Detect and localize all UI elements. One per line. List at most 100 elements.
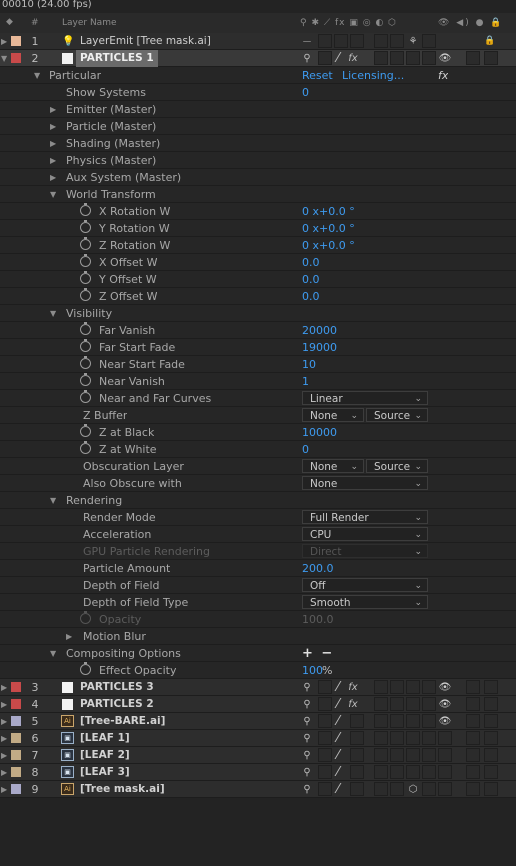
layer-name[interactable]: [Tree-BARE.ai] [80, 713, 165, 730]
switch-box[interactable] [390, 680, 404, 694]
switch-box[interactable] [374, 782, 388, 796]
switch-box[interactable] [406, 765, 420, 779]
switch-box[interactable] [350, 714, 364, 728]
shy-icon[interactable]: ⚲ [300, 50, 314, 67]
stopwatch-icon[interactable] [80, 220, 91, 233]
reset-link[interactable]: Reset [302, 67, 333, 84]
quality-icon[interactable]: ⁄ [331, 747, 345, 764]
fx-icon[interactable]: fx [438, 67, 448, 84]
label-color-chip[interactable] [11, 699, 21, 709]
quality-icon[interactable]: ⁄ [331, 50, 345, 67]
parent-icon[interactable]: ⚘ [406, 33, 420, 50]
switch-box[interactable] [438, 731, 452, 745]
property-row[interactable]: ▼ Compositing Options + − [0, 645, 516, 662]
switch-box[interactable] [318, 697, 332, 711]
eye-icon[interactable]: 👁 [438, 679, 452, 696]
property-value[interactable]: 100.0 [302, 611, 334, 628]
property-row[interactable]: X Offset W 0.0 [0, 254, 516, 271]
property-dropdown[interactable]: None ⌄ [302, 459, 364, 473]
layer-row[interactable]: ▶ 7 ▣ [LEAF 2] ⚲ ⁄ [0, 747, 516, 764]
layer-name[interactable]: PARTICLES 2 [80, 696, 154, 713]
quality-icon[interactable]: ⁄ [331, 713, 345, 730]
switch-box[interactable] [484, 697, 498, 711]
label-color-chip[interactable] [11, 750, 21, 760]
switch-box[interactable] [350, 765, 364, 779]
lock-icon[interactable]: 🔒 [484, 33, 495, 50]
stopwatch-icon[interactable] [80, 611, 91, 624]
switch-box[interactable] [422, 680, 436, 694]
stopwatch-icon[interactable] [80, 424, 91, 437]
quality-icon[interactable]: ⁄ [331, 730, 345, 747]
collapse-arrow-icon[interactable]: ▼ [50, 492, 56, 509]
property-row[interactable]: Render Mode Full Render ⌄ [0, 509, 516, 526]
property-row[interactable]: Near and Far Curves Linear ⌄ [0, 390, 516, 407]
stopwatch-icon[interactable] [80, 662, 91, 675]
property-value[interactable]: 0 [302, 441, 309, 458]
switch-box[interactable] [350, 748, 364, 762]
property-value[interactable]: 0.0 [302, 288, 320, 305]
quality-icon[interactable]: ⁄ [331, 696, 345, 713]
switch-box[interactable] [318, 731, 332, 745]
switch-box[interactable] [318, 51, 332, 65]
switch-box[interactable] [318, 34, 332, 48]
stopwatch-icon[interactable] [80, 237, 91, 250]
stopwatch-icon[interactable] [80, 339, 91, 352]
property-dropdown[interactable]: Direct ⌄ [302, 544, 428, 558]
property-value[interactable]: 0 [302, 84, 309, 101]
switch-box[interactable] [406, 714, 420, 728]
property-row[interactable]: ▶ Shading (Master) [0, 135, 516, 152]
layer-row[interactable]: ▶ 6 ▣ [LEAF 1] ⚲ ⁄ [0, 730, 516, 747]
layer-name[interactable]: PARTICLES 3 [80, 679, 154, 696]
switch-box[interactable] [390, 765, 404, 779]
switch-box[interactable] [484, 714, 498, 728]
switch-box[interactable] [390, 34, 404, 48]
stopwatch-icon[interactable] [80, 373, 91, 386]
switch-box[interactable] [466, 748, 480, 762]
property-row[interactable]: X Rotation W 0 x+0.0 ° [0, 203, 516, 220]
switch-box[interactable] [390, 731, 404, 745]
switch-box[interactable] [422, 782, 436, 796]
stopwatch-icon[interactable] [80, 203, 91, 216]
property-row[interactable]: ▼ World Transform [0, 186, 516, 203]
source-dropdown[interactable]: Source ⌄ [366, 408, 428, 422]
layer-name[interactable]: [LEAF 3] [80, 764, 130, 781]
switch-box[interactable] [374, 731, 388, 745]
expand-arrow-icon[interactable]: ▶ [50, 101, 56, 118]
fx-icon[interactable]: fx [346, 679, 360, 696]
switch-box[interactable] [422, 34, 436, 48]
switch-box[interactable] [390, 748, 404, 762]
property-dropdown[interactable]: Off ⌄ [302, 578, 428, 592]
property-value[interactable]: 200.0 [302, 560, 334, 577]
property-row[interactable]: Near Vanish 1 [0, 373, 516, 390]
layer-row[interactable]: ▶ 5 Ai [Tree-BARE.ai] ⚲ ⁄ 👁 [0, 713, 516, 730]
label-color-chip[interactable] [11, 716, 21, 726]
expand-arrow-icon[interactable]: ▶ [1, 747, 7, 764]
switch-box[interactable] [466, 697, 480, 711]
eye-icon[interactable]: 👁 [438, 713, 452, 730]
collapse-arrow-icon[interactable]: ▼ [1, 50, 7, 67]
switch-box[interactable] [484, 680, 498, 694]
switch-box[interactable] [466, 782, 480, 796]
layer-name[interactable]: [Tree mask.ai] [80, 781, 165, 798]
av-header-icons[interactable]: 👁 ◀) ● 🔒 [438, 13, 504, 33]
property-row[interactable]: Also Obscure with None ⌄ [0, 475, 516, 492]
property-row[interactable]: Effect Opacity 100% [0, 662, 516, 679]
layer-name[interactable]: PARTICLES 1 [76, 50, 158, 67]
layer-name[interactable]: [LEAF 1] [80, 730, 130, 747]
expand-arrow-icon[interactable]: ▶ [66, 628, 72, 645]
property-row[interactable]: Far Vanish 20000 [0, 322, 516, 339]
switch-box[interactable] [374, 34, 388, 48]
property-row[interactable]: Obscuration Layer None ⌄ Source ⌄ [0, 458, 516, 475]
property-value[interactable]: 0 x+0.0 ° [302, 237, 355, 254]
label-column-icon[interactable]: ◆ [6, 12, 13, 32]
switch-box[interactable] [374, 697, 388, 711]
property-row[interactable]: Depth of Field Type Smooth ⌄ [0, 594, 516, 611]
switch-box[interactable] [466, 714, 480, 728]
switch-box[interactable] [466, 680, 480, 694]
shy-icon[interactable]: ⚲ [300, 764, 314, 781]
switch-box[interactable] [438, 748, 452, 762]
property-row[interactable]: Z Offset W 0.0 [0, 288, 516, 305]
property-row[interactable]: Z at Black 10000 [0, 424, 516, 441]
switch-box[interactable] [406, 748, 420, 762]
switch-box[interactable] [422, 697, 436, 711]
